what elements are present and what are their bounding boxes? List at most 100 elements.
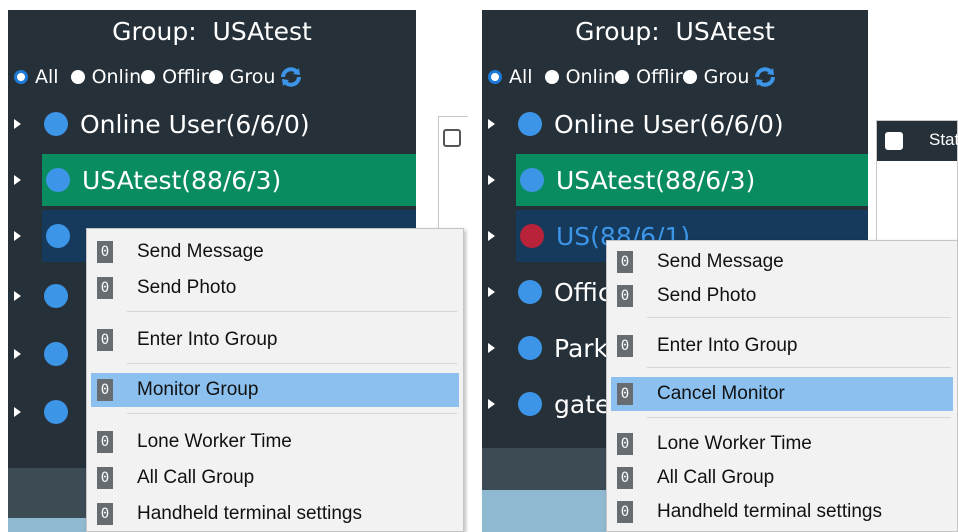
status-dot-icon	[520, 168, 544, 192]
menu-item-label: Monitor Group	[137, 379, 259, 400]
expand-arrow-icon[interactable]	[488, 231, 495, 241]
filter-online[interactable]: Onlin	[70, 66, 142, 88]
filter-offline[interactable]: Offlir	[141, 66, 209, 88]
menu-separator	[647, 317, 951, 318]
filter-all[interactable]: All	[14, 66, 59, 88]
status-dot-icon	[518, 112, 542, 136]
menu-item-icon: 0	[97, 277, 113, 299]
menu-item-handheld-terminal-settings[interactable]: 0 Handheld terminal settings	[611, 495, 953, 529]
status-dot-icon	[518, 280, 542, 304]
menu-item-enter-into-group[interactable]: 0 Enter Into Group	[611, 329, 953, 363]
menu-item-label: Lone Worker Time	[137, 431, 292, 452]
status-dot-icon	[44, 284, 68, 308]
filter-label: Offlir	[636, 66, 683, 88]
menu-item-send-message[interactable]: 0 Send Message	[91, 235, 459, 269]
filter-group[interactable]: Grou	[208, 66, 276, 88]
expand-arrow-icon[interactable]	[14, 349, 21, 359]
row-label: USAtest(88/6/3)	[82, 165, 282, 195]
expand-arrow-icon[interactable]	[488, 119, 495, 129]
list-header: Stat	[877, 121, 958, 161]
radio-icon	[141, 70, 156, 84]
expand-arrow-icon[interactable]	[488, 399, 495, 409]
tree-row-online-user[interactable]: Online User(6/6/0)	[8, 98, 416, 150]
menu-item-send-photo[interactable]: 0 Send Photo	[611, 279, 953, 313]
status-dot-icon	[44, 400, 68, 424]
expand-arrow-icon[interactable]	[488, 287, 495, 297]
menu-item-monitor-group[interactable]: 0 Monitor Group	[91, 373, 459, 407]
filter-bar: All Onlin Offlir Grou	[488, 62, 868, 92]
refresh-icon[interactable]	[279, 65, 303, 89]
status-column-header[interactable]: Stat	[929, 130, 958, 150]
filter-label: Onlin	[91, 66, 142, 88]
filter-label: Grou	[229, 66, 276, 88]
filter-label: All	[509, 66, 533, 88]
expand-arrow-icon[interactable]	[14, 231, 21, 241]
menu-item-lone-worker-time[interactable]: 0 Lone Worker Time	[611, 427, 953, 461]
select-all-checkbox[interactable]	[885, 132, 903, 150]
tree-row-usatest[interactable]: USAtest(88/6/3)	[488, 154, 868, 206]
refresh-icon[interactable]	[753, 65, 777, 89]
radio-icon	[70, 70, 85, 84]
status-dot-icon	[46, 224, 70, 248]
menu-item-label: Lone Worker Time	[657, 433, 812, 454]
menu-item-icon: 0	[97, 329, 113, 351]
menu-item-icon: 0	[617, 383, 633, 405]
filter-offline[interactable]: Offlir	[615, 66, 683, 88]
status-dot-icon	[520, 224, 544, 248]
filter-group[interactable]: Grou	[682, 66, 750, 88]
expand-arrow-icon[interactable]	[488, 343, 495, 353]
status-dot-icon	[518, 392, 542, 416]
menu-separator	[127, 413, 457, 414]
menu-item-icon: 0	[617, 285, 633, 307]
status-dot-icon	[518, 336, 542, 360]
menu-item-label: Enter Into Group	[657, 335, 798, 356]
filter-all[interactable]: All	[488, 66, 533, 88]
status-dot-icon	[46, 168, 70, 192]
tree-row-online-user[interactable]: Online User(6/6/0)	[482, 98, 868, 150]
context-menu: 0 Send Message 0 Send Photo 0 Enter Into Gr…	[86, 228, 464, 532]
menu-item-icon: 0	[617, 467, 633, 489]
menu-item-icon: 0	[97, 467, 113, 489]
tree-row-usatest[interactable]: USAtest(88/6/3)	[14, 154, 416, 206]
menu-item-send-message[interactable]: 0 Send Message	[611, 245, 953, 279]
menu-item-label: Handheld terminal settings	[137, 503, 362, 524]
filter-label: Grou	[703, 66, 750, 88]
filter-online[interactable]: Onlin	[544, 66, 615, 88]
expand-arrow-icon[interactable]	[14, 291, 21, 301]
row-label: Offic	[554, 277, 612, 307]
radio-checked-icon	[14, 70, 28, 84]
status-dot-icon	[44, 342, 68, 366]
menu-item-all-call-group[interactable]: 0 All Call Group	[611, 461, 953, 495]
menu-item-icon: 0	[617, 251, 633, 273]
menu-item-icon: 0	[97, 379, 113, 401]
group-title: Group: USAtest	[112, 17, 312, 46]
left-panel: Group: USAtest All Onlin Offlir Grou Onl…	[0, 0, 468, 532]
menu-item-icon: 0	[617, 335, 633, 357]
row-label: USAtest(88/6/3)	[556, 165, 756, 195]
menu-item-label: Send Photo	[137, 277, 237, 298]
expand-arrow-icon[interactable]	[14, 175, 21, 185]
row-label: Online User(6/6/0)	[554, 109, 784, 139]
status-dot-icon	[44, 112, 68, 136]
menu-item-cancel-monitor[interactable]: 0 Cancel Monitor	[611, 377, 953, 411]
expand-arrow-icon[interactable]	[14, 119, 21, 129]
menu-separator	[127, 363, 457, 364]
menu-item-lone-worker-time[interactable]: 0 Lone Worker Time	[91, 425, 459, 459]
radio-icon	[208, 70, 223, 84]
menu-item-all-call-group[interactable]: 0 All Call Group	[91, 461, 459, 495]
row-label: Online User(6/6/0)	[80, 109, 310, 139]
menu-separator	[647, 367, 951, 368]
filter-bar: All Onlin Offlir Grou	[14, 62, 416, 92]
group-title: Group: USAtest	[575, 17, 775, 46]
filter-label: Offlir	[162, 66, 209, 88]
select-all-checkbox[interactable]	[443, 129, 461, 147]
expand-arrow-icon[interactable]	[14, 407, 21, 417]
radio-icon	[615, 70, 630, 84]
menu-item-label: Cancel Monitor	[657, 383, 785, 404]
menu-item-send-photo[interactable]: 0 Send Photo	[91, 271, 459, 305]
menu-item-label: Send Message	[137, 241, 264, 262]
context-menu: 0 Send Message 0 Send Photo 0 Enter Into Gr…	[606, 240, 958, 532]
menu-item-handheld-terminal-settings[interactable]: 0 Handheld terminal settings	[91, 497, 459, 531]
expand-arrow-icon[interactable]	[488, 175, 495, 185]
menu-item-enter-into-group[interactable]: 0 Enter Into Group	[91, 323, 459, 357]
